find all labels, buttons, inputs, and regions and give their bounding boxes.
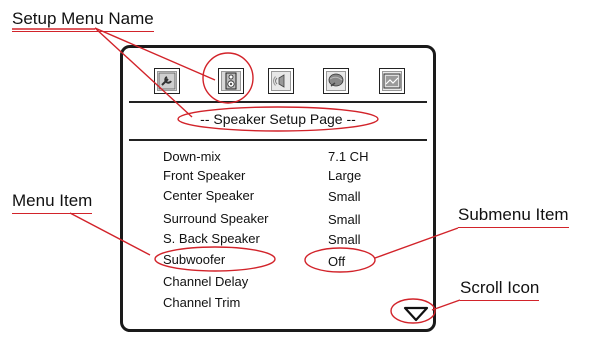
menu-item-label: Menu Item	[12, 191, 93, 210]
callout-underline	[12, 30, 154, 32]
callout-underline	[458, 226, 569, 228]
disc-icon[interactable]	[323, 68, 349, 94]
menu-item-channel-trim[interactable]: Channel Trim	[163, 295, 240, 311]
title-divider	[129, 139, 427, 141]
submenu-item-label: Submenu Item	[458, 205, 569, 224]
menu-item-front-speaker[interactable]: Front Speaker	[163, 168, 245, 184]
page-title: -- Speaker Setup Page --	[200, 111, 356, 127]
submenu-value-down-mix[interactable]: 7.1 CH	[328, 149, 368, 165]
callout-underline	[460, 299, 540, 301]
scroll-icon-label: Scroll Icon	[460, 278, 540, 297]
setup-menu-name-callout: Setup Menu Name	[12, 9, 154, 32]
sound-icon[interactable]	[268, 68, 294, 94]
tab-divider	[129, 101, 427, 103]
submenu-value-surround-speaker[interactable]: Small	[328, 212, 361, 228]
menu-item-subwoofer[interactable]: Subwoofer	[163, 252, 225, 268]
osd-screen: -- Speaker Setup Page -- Down-mix 7.1 CH…	[120, 45, 436, 332]
callout-underline	[12, 212, 93, 214]
menu-item-s-back-speaker[interactable]: S. Back Speaker	[163, 231, 260, 247]
submenu-value-subwoofer[interactable]: Off	[328, 254, 345, 270]
menu-item-center-speaker[interactable]: Center Speaker	[163, 188, 254, 204]
speaker-icon[interactable]	[218, 68, 244, 94]
scroll-icon-callout: Scroll Icon	[460, 278, 540, 301]
menu-item-callout: Menu Item	[12, 191, 93, 214]
setup-menu-name-label: Setup Menu Name	[12, 9, 154, 28]
submenu-value-front-speaker[interactable]: Large	[328, 168, 361, 184]
picture-icon[interactable]	[379, 68, 405, 94]
menu-item-surround-speaker[interactable]: Surround Speaker	[163, 211, 269, 227]
wrench-icon[interactable]	[154, 68, 180, 94]
menu-item-channel-delay[interactable]: Channel Delay	[163, 274, 248, 290]
submenu-value-s-back-speaker[interactable]: Small	[328, 232, 361, 248]
submenu-value-center-speaker[interactable]: Small	[328, 189, 361, 205]
menu-item-down-mix[interactable]: Down-mix	[163, 149, 221, 165]
submenu-item-callout: Submenu Item	[458, 205, 569, 228]
triangle-down-icon[interactable]	[403, 306, 429, 322]
scroll-icon-leader	[431, 299, 461, 311]
